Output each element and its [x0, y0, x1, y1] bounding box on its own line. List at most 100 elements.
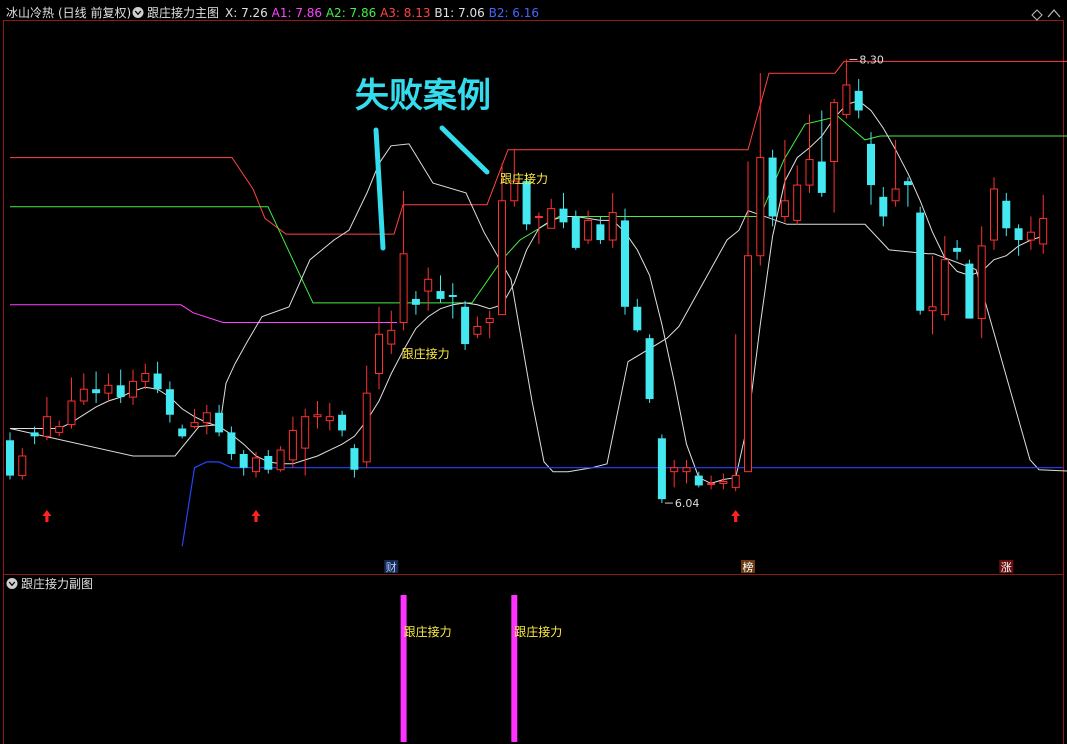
- candle-body: [116, 385, 125, 398]
- indicator-name[interactable]: 跟庄接力主图: [147, 5, 219, 20]
- candle-body: [338, 414, 347, 431]
- candle: [756, 73, 765, 266]
- readout-value: X: 7.26: [225, 6, 268, 20]
- candle-body: [854, 90, 863, 111]
- candle: [178, 424, 187, 439]
- indicator-dropdown-icon[interactable]: [132, 7, 144, 18]
- candle: [411, 291, 420, 315]
- candle: [916, 206, 925, 315]
- candle: [448, 283, 457, 319]
- candle-body: [547, 208, 556, 229]
- candle-body: [92, 389, 101, 394]
- stock-chart-canvas[interactable]: 冰山冷热 (日线 前复权) 跟庄接力主图 X: 7.26 A1: 7.86 A2…: [0, 0, 1067, 744]
- candle: [805, 114, 814, 193]
- candle-body: [485, 318, 494, 323]
- candle: [842, 59, 851, 119]
- subpanel-bars: 跟庄接力 跟庄接力: [400, 595, 562, 742]
- b2-line: [181, 461, 1063, 547]
- candle-body: [891, 188, 900, 202]
- candle: [485, 310, 494, 339]
- candle: [608, 192, 617, 248]
- signal-bar-label: 跟庄接力: [514, 624, 562, 639]
- candle: [891, 139, 900, 207]
- sub-panel-border: [3, 574, 1064, 744]
- candle: [190, 408, 199, 429]
- candle: [977, 226, 986, 339]
- candle: [264, 450, 273, 474]
- candle-body: [79, 388, 88, 402]
- indicator-readouts: X: 7.26 A1: 7.86 A2: 7.86 A3: 8.13 B1: 7…: [225, 6, 539, 20]
- candle-body: [657, 438, 666, 500]
- candle-body: [805, 159, 814, 186]
- candle-body: [928, 306, 937, 312]
- candle-body: [350, 448, 359, 470]
- a1-line: [10, 304, 397, 323]
- candle-body: [596, 224, 605, 241]
- candle-body: [830, 102, 839, 163]
- candle-body: [190, 422, 199, 428]
- indicator-lines: [9, 60, 1067, 547]
- candle-body: [375, 333, 383, 375]
- candle: [780, 139, 789, 223]
- candle: [30, 426, 39, 445]
- candle: [903, 177, 912, 207]
- subpanel-dropdown-icon[interactable]: [6, 578, 18, 589]
- candle: [313, 401, 322, 429]
- annotation-title: 失败案例: [355, 76, 491, 116]
- candle: [940, 236, 949, 321]
- candle-body: [362, 392, 371, 463]
- subpanel-title[interactable]: 跟庄接力副图: [21, 576, 93, 591]
- candle-body: [534, 215, 543, 218]
- buy-arrow-icon: [42, 510, 52, 522]
- candle: [670, 459, 679, 488]
- candle-body: [227, 432, 236, 454]
- candle-body: [780, 200, 789, 217]
- candle-body: [276, 449, 285, 471]
- candle: [276, 446, 285, 472]
- candle-body: [571, 216, 580, 248]
- candle-body: [498, 200, 506, 316]
- candle-body: [264, 455, 273, 470]
- candle: [793, 165, 802, 225]
- candle-body: [301, 416, 310, 449]
- candle: [104, 373, 113, 401]
- readout-value: A3: 8.13: [376, 6, 430, 20]
- candle-body: [719, 480, 728, 484]
- candle: [436, 275, 445, 303]
- candle: [6, 432, 14, 480]
- candle-body: [18, 455, 27, 477]
- candle: [301, 408, 310, 476]
- candle-body: [559, 208, 568, 223]
- candle: [621, 208, 629, 315]
- candle-body: [178, 428, 187, 437]
- readout-value: B1: 7.06: [431, 6, 485, 20]
- diamond-icon[interactable]: [1031, 9, 1043, 21]
- candle-body: [1014, 228, 1023, 241]
- candle: [990, 177, 998, 250]
- candle-body: [42, 416, 51, 437]
- candle-body: [424, 278, 433, 292]
- candle: [817, 110, 826, 197]
- candle-body: [522, 181, 531, 225]
- candle: [202, 404, 211, 435]
- support-band-line: [9, 143, 1067, 473]
- collapse-chevron-icon[interactable]: [1047, 9, 1061, 18]
- candle-body: [682, 467, 691, 473]
- candle: [559, 192, 568, 229]
- event-marker-text: 财: [386, 560, 397, 574]
- candle: [830, 98, 839, 213]
- candle-body: [584, 219, 593, 241]
- a2-line: [10, 115, 1067, 304]
- header-bar: 冰山冷热 (日线 前复权) 跟庄接力主图 X: 7.26 A1: 7.86 A2…: [6, 5, 1061, 21]
- candle-body: [867, 143, 875, 186]
- candle-body: [756, 157, 765, 257]
- candle: [387, 310, 396, 354]
- stock-name[interactable]: 冰山冷热: [6, 6, 54, 20]
- candle: [719, 473, 728, 490]
- candle: [953, 240, 962, 260]
- candle: [768, 149, 777, 227]
- candle: [473, 316, 482, 339]
- candle: [645, 334, 654, 403]
- candle: [1026, 216, 1035, 250]
- event-marker-text: 涨: [1001, 561, 1012, 574]
